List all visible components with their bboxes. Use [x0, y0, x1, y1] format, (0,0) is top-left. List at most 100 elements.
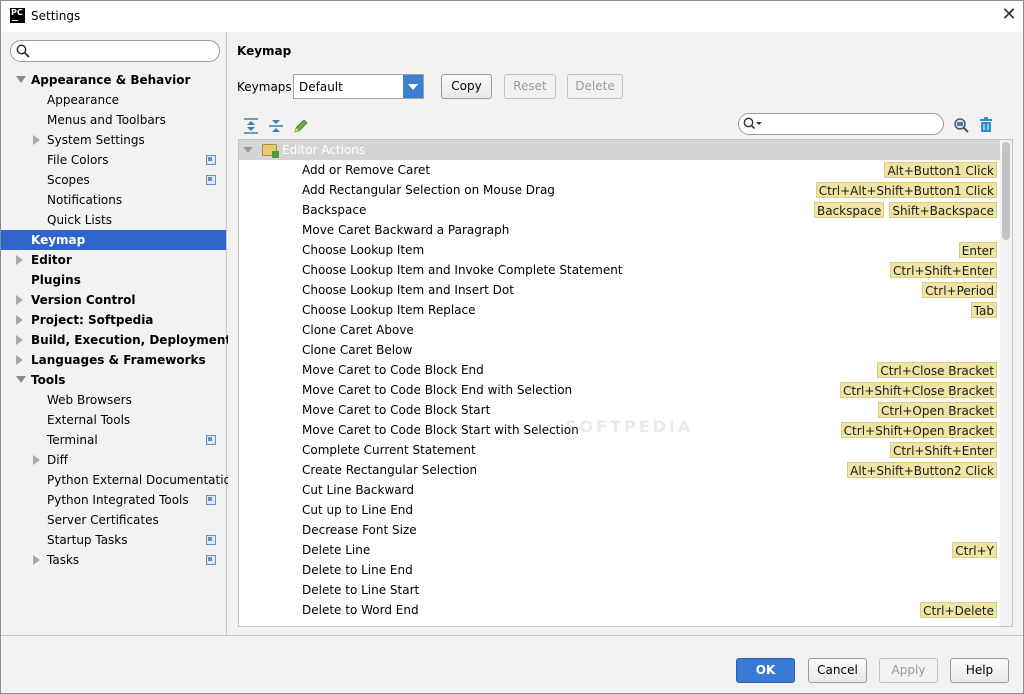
chevron-down-icon[interactable] — [403, 75, 423, 98]
sidebar-item-web-browsers[interactable]: Web Browsers — [1, 390, 226, 410]
table-row[interactable]: Delete Line Ctrl+Y — [239, 540, 1001, 560]
vertical-scrollbar[interactable] — [1000, 140, 1012, 626]
table-row[interactable]: Delete to Line Start — [239, 580, 1001, 600]
sidebar-item-build-execution-deployment[interactable]: Build, Execution, Deployment — [1, 330, 231, 350]
chevron-right-icon[interactable] — [33, 455, 40, 465]
action-name: Move Caret Backward a Paragraph — [302, 223, 510, 237]
sidebar-item-quick-lists[interactable]: Quick Lists — [1, 210, 226, 230]
chevron-right-icon[interactable] — [16, 255, 23, 265]
chevron-right-icon[interactable] — [16, 295, 23, 305]
cancel-button[interactable]: Cancel — [808, 658, 867, 683]
apply-button[interactable]: Apply — [879, 658, 938, 683]
sidebar-item-tools[interactable]: Tools — [1, 370, 226, 390]
chevron-right-icon[interactable] — [33, 135, 40, 145]
table-row[interactable]: Move Caret Backward a Paragraph — [239, 220, 1001, 240]
shortcut-badge: Backspace — [813, 202, 885, 218]
table-row[interactable]: Clone Caret Below — [239, 340, 1001, 360]
table-row[interactable]: Add Rectangular Selection on Mouse Drag C… — [239, 180, 1001, 200]
sidebar-item-editor[interactable]: Editor — [1, 250, 226, 270]
sidebar-item-plugins[interactable]: Plugins — [1, 270, 226, 290]
delete-button[interactable]: Delete — [567, 74, 623, 99]
keymap-select[interactable]: Default — [293, 74, 424, 99]
table-row[interactable]: Complete Current Statement Ctrl+Shift+Ent… — [239, 440, 1001, 460]
sidebar-item-scopes[interactable]: Scopes — [1, 170, 226, 190]
reset-button[interactable]: Reset — [504, 74, 556, 99]
sidebar-item-python-integrated-tools[interactable]: Python Integrated Tools — [1, 490, 226, 510]
chevron-right-icon[interactable] — [33, 555, 40, 565]
sidebar-item-appearance-behavior[interactable]: Appearance & Behavior — [1, 70, 226, 90]
action-name: Add Rectangular Selection on Mouse Drag — [302, 183, 555, 197]
sidebar-item-system-settings[interactable]: System Settings — [1, 130, 226, 150]
action-name: Clone Caret Below — [302, 343, 413, 357]
shortcut-badge: Alt+Button1 Click — [884, 162, 997, 178]
shortcut-badge: Ctrl+Shift+Enter — [890, 442, 997, 458]
sidebar-item-diff[interactable]: Diff — [1, 450, 226, 470]
sidebar-item-appearance[interactable]: Appearance — [1, 90, 226, 110]
settings-window: PC Settings ✕ Appearance & Behavior Appea… — [0, 0, 1024, 694]
sidebar-item-file-colors[interactable]: File Colors — [1, 150, 226, 170]
sidebar-item-external-tools[interactable]: External Tools — [1, 410, 226, 430]
table-row[interactable]: Create Rectangular Selection Alt+Shift+Bu… — [239, 460, 1001, 480]
shortcut-list: Ctrl+Y — [952, 542, 997, 558]
expand-all-icon[interactable] — [242, 117, 260, 135]
action-name: Move Caret to Code Block End — [302, 363, 484, 377]
sidebar-item-menus-and-toolbars[interactable]: Menus and Toolbars — [1, 110, 226, 130]
ok-button[interactable]: OK — [736, 658, 795, 683]
table-row[interactable]: Choose Lookup Item and Invoke Complete S… — [239, 260, 1001, 280]
table-row[interactable]: Choose Lookup Item Replace Tab — [239, 300, 1001, 320]
find-shortcut-icon[interactable] — [952, 116, 970, 134]
sidebar-item-label: Tasks — [47, 553, 80, 567]
chevron-right-icon[interactable] — [16, 315, 23, 325]
chevron-down-icon[interactable] — [16, 76, 26, 83]
sidebar-item-startup-tasks[interactable]: Startup Tasks — [1, 530, 226, 550]
sidebar-item-version-control[interactable]: Version Control — [1, 290, 226, 310]
table-row[interactable]: Backspace Backspace Shift+Backspace — [239, 200, 1001, 220]
sidebar-item-languages-frameworks[interactable]: Languages & Frameworks — [1, 350, 226, 370]
sidebar-item-tasks[interactable]: Tasks — [1, 550, 226, 570]
table-row[interactable]: Choose Lookup Item Enter — [239, 240, 1001, 260]
sidebar-item-server-certificates[interactable]: Server Certificates — [1, 510, 226, 530]
trash-icon[interactable] — [977, 116, 995, 134]
keymap-panel: Keymap Keymaps: Default Copy Reset Delet… — [228, 32, 1023, 635]
sidebar-item-terminal[interactable]: Terminal — [1, 430, 226, 450]
copy-button[interactable]: Copy — [441, 74, 492, 99]
table-row[interactable]: Delete to Line End — [239, 560, 1001, 580]
sidebar-item-label: Terminal — [47, 433, 98, 447]
shortcut-badge: Tab — [970, 302, 997, 318]
table-row[interactable]: Move Caret to Code Block End Ctrl+Close B… — [239, 360, 1001, 380]
shortcut-list: Ctrl+Shift+Close Bracket — [840, 382, 997, 398]
collapse-all-icon[interactable] — [267, 117, 285, 135]
table-row[interactable]: Delete to Word End Ctrl+Delete — [239, 600, 1001, 620]
table-row[interactable]: Cut up to Line End — [239, 500, 1001, 520]
group-row-editor-actions[interactable]: Editor Actions — [239, 140, 1001, 160]
action-name: Decrease Font Size — [302, 523, 417, 537]
sidebar-item-python-external-documentation[interactable]: Python External Documentation — [1, 470, 239, 490]
sidebar-item-keymap[interactable]: Keymap — [1, 230, 226, 250]
chevron-right-icon[interactable] — [16, 355, 23, 365]
table-row[interactable]: Clone Caret Above — [239, 320, 1001, 340]
keymap-filter-input[interactable] — [738, 113, 944, 135]
table-row[interactable]: Add or Remove Caret Alt+Button1 Click — [239, 160, 1001, 180]
help-button[interactable]: Help — [950, 658, 1009, 683]
action-name: Add or Remove Caret — [302, 163, 431, 177]
settings-sidebar: Appearance & Behavior Appearance Menus and… — [1, 32, 239, 635]
chevron-right-icon[interactable] — [16, 335, 23, 345]
table-row[interactable]: Decrease Font Size — [239, 520, 1001, 540]
scrollbar-thumb[interactable] — [1002, 142, 1010, 240]
table-row[interactable]: Move Caret to Code Block End with Select… — [239, 380, 1001, 400]
keymaps-label: Keymaps: — [237, 80, 296, 94]
sidebar-item-notifications[interactable]: Notifications — [1, 190, 226, 210]
close-icon[interactable]: ✕ — [999, 5, 1019, 25]
shortcut-badge: Enter — [958, 242, 997, 258]
shortcut-badge: Ctrl+Shift+Enter — [890, 262, 997, 278]
chevron-down-icon[interactable] — [16, 376, 26, 383]
sidebar-item-project-softpedia[interactable]: Project: Softpedia — [1, 310, 226, 330]
shortcut-list: Enter — [958, 242, 997, 258]
action-name: Complete Current Statement — [302, 443, 476, 457]
sidebar-item-label: Appearance & Behavior — [31, 73, 191, 87]
table-row[interactable]: Cut Line Backward — [239, 480, 1001, 500]
edit-pencil-icon[interactable] — [292, 117, 310, 135]
settings-search-input[interactable] — [10, 40, 220, 62]
table-row[interactable]: Choose Lookup Item and Insert Dot Ctrl+Pe… — [239, 280, 1001, 300]
chevron-down-icon[interactable] — [243, 147, 253, 153]
